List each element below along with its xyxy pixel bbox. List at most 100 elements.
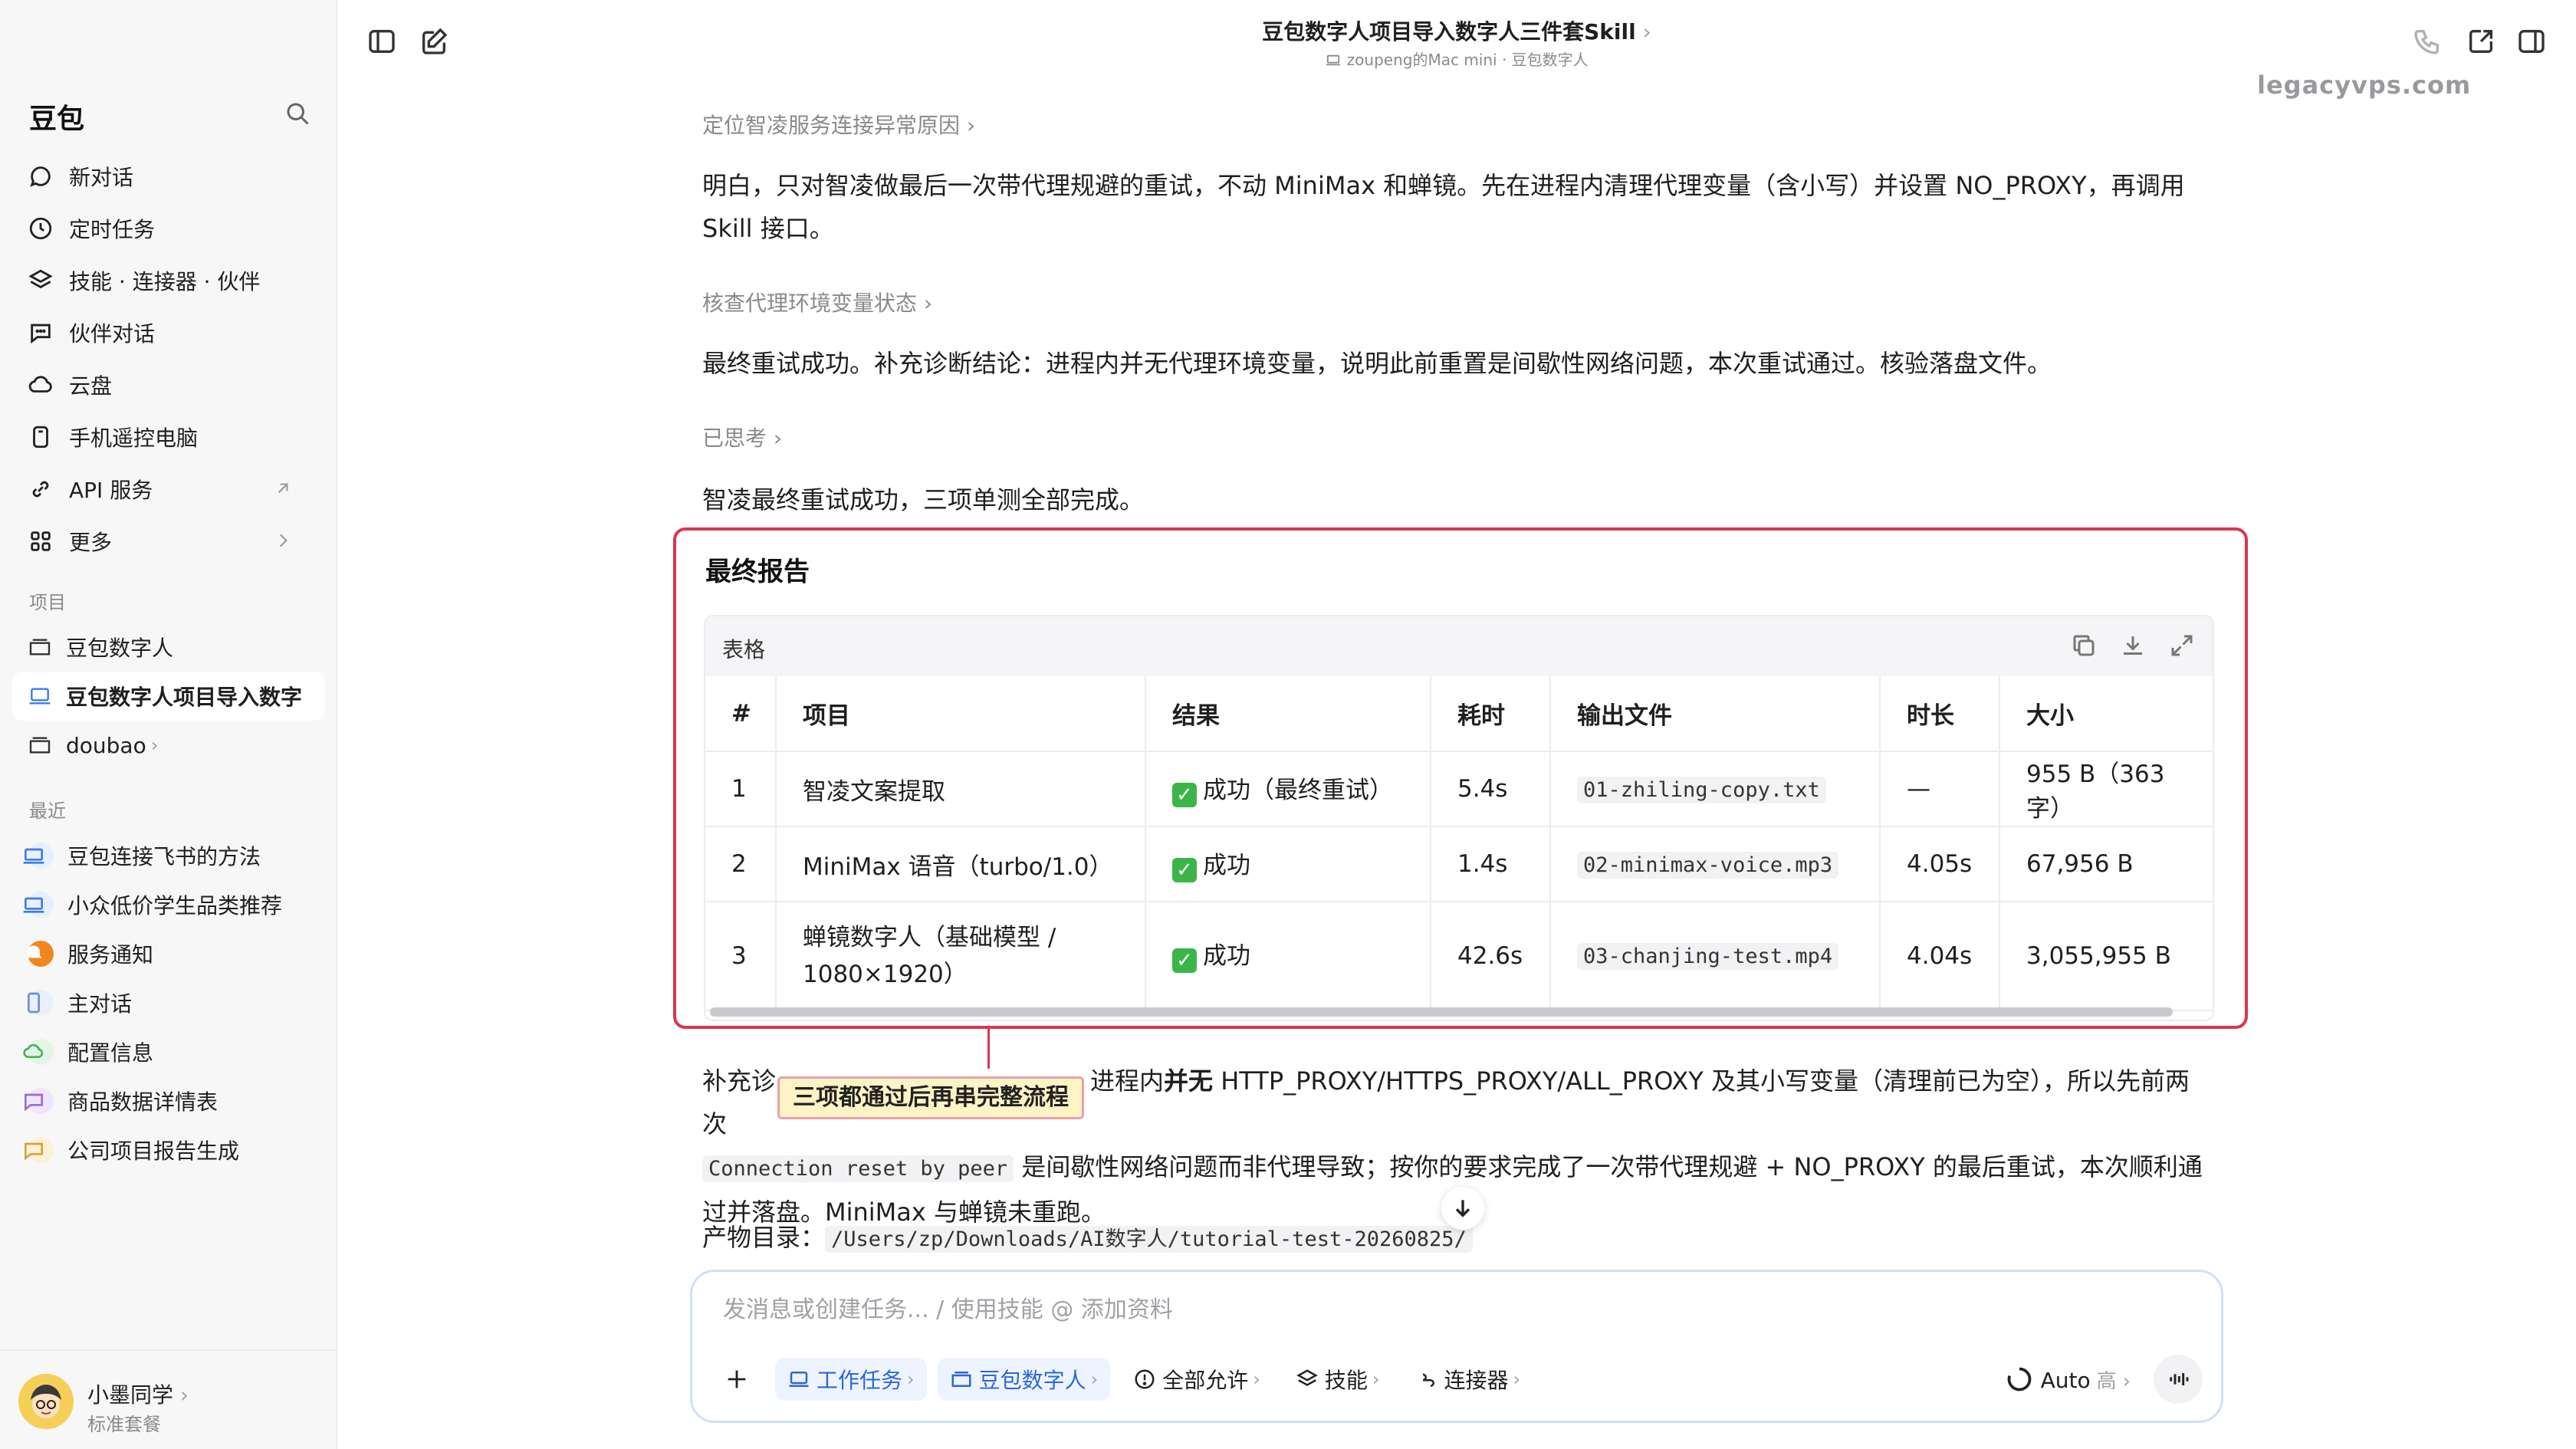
recent-item[interactable]: 小众低价学生品类推荐 [12, 880, 325, 929]
recent-label: 服务通知 [67, 942, 154, 968]
laptop-icon [29, 688, 51, 705]
sidebar-item-partner-chat[interactable]: 伙伴对话 [12, 307, 325, 359]
link-icon [32, 481, 49, 498]
folder-icon [29, 737, 51, 754]
sidebar-item-label: 伙伴对话 [69, 321, 156, 347]
column-header: 大小 [1999, 676, 2213, 752]
message-composer: 工作任务› 豆包数字人› 全部允许› 技能› 连接器› Auto高› [690, 1270, 2223, 1423]
chevron-right-icon [279, 534, 288, 547]
table-row: 2 MiniMax 语音（turbo/1.0） ✓ 成功 1.4s 02-mini… [705, 826, 2213, 902]
table-row: 3 蝉镜数字人（基础模型 /1080×1920） ✓ 成功 42.6s 03-ch… [705, 902, 2213, 1011]
cell-time: 5.4s [1431, 751, 1551, 827]
expand-icon[interactable] [2168, 632, 2196, 659]
thinking-step[interactable]: 已思考 › [702, 422, 782, 452]
cell-file: 03-chanjing-test.mp4 [1550, 902, 1881, 1011]
project-chip[interactable]: 豆包数字人 › [937, 1358, 1111, 1401]
sidebar-item-more[interactable]: 更多 [12, 515, 325, 567]
column-header: 输出文件 [1550, 676, 1881, 752]
column-header: 耗时 [1431, 676, 1551, 752]
chevron-right-icon: › [150, 734, 159, 756]
message-input[interactable] [723, 1296, 2180, 1323]
header: 豆包数字人项目导入数字人三件套Skill › zoupeng的Mac mini … [337, 0, 2576, 84]
model-selector[interactable]: Auto 高 › [2041, 1365, 2131, 1394]
laptop-icon [789, 1372, 809, 1387]
recent-item[interactable]: 主对话 [12, 978, 325, 1027]
sidebar-item-phone-remote[interactable]: 手机遥控电脑 [12, 411, 325, 463]
projects-section-title: 项目 [29, 592, 66, 613]
recent-label: 小众低价学生品类推荐 [67, 893, 283, 918]
assistant-paragraph: 明白，只对智凌做最后一次带代理规避的重试，不动 MiniMax 和蝉镜。先在进程… [702, 171, 2185, 243]
add-attachment-button[interactable] [715, 1358, 758, 1401]
sidebar-nav: 新对话 定时任务 技能 · 连接器 · 伙伴 伙伴对话 云盘 手机遥控电脑 AP… [12, 150, 325, 567]
copy-icon[interactable] [2070, 632, 2098, 659]
recent-label: 豆包连接飞书的方法 [67, 844, 261, 869]
sidebar-item-label: 手机遥控电脑 [69, 426, 199, 451]
sidebar-item-api-service[interactable]: API 服务 [12, 463, 325, 515]
thinking-step[interactable]: 核查代理环境变量状态 › [702, 287, 932, 317]
share-window-icon[interactable] [2466, 26, 2496, 57]
user-profile[interactable]: 小墨同学 › 标准套餐 [0, 1349, 337, 1449]
recent-label: 公司项目报告生成 [67, 1138, 240, 1164]
cell-item: 蝉镜数字人（基础模型 /1080×1920） [776, 902, 1146, 1011]
project-item-active[interactable]: 豆包数字人项目导入数字 [12, 672, 325, 721]
cloud-icon [28, 376, 52, 393]
download-icon[interactable] [2119, 632, 2147, 659]
recent-item[interactable]: 豆包连接飞书的方法 [12, 831, 325, 880]
project-label: doubao [66, 732, 146, 758]
sidebar-item-cloud-drive[interactable]: 云盘 [12, 359, 325, 411]
recent-label: 主对话 [67, 991, 133, 1017]
page-title[interactable]: 豆包数字人项目导入数字人三件套Skill › [337, 15, 2576, 46]
panel-toggle-icon[interactable] [2516, 26, 2547, 57]
sidebar-item-label: 定时任务 [69, 217, 156, 242]
cell-size: 955 B（363 字） [1999, 751, 2213, 827]
cell-index: 1 [705, 751, 777, 827]
sidebar: 豆包 新对话 定时任务 技能 · 连接器 · 伙伴 伙伴对话 云盘 手机遥控电脑 [0, 0, 337, 1449]
page-subtitle: zoupeng的Mac mini · 豆包数字人 [337, 48, 2576, 70]
table-label: 表格 [722, 637, 766, 662]
loading-spinner-icon [2007, 1367, 2031, 1392]
recent-item[interactable]: 服务通知 [12, 929, 325, 978]
chat-bubble-icon [30, 166, 51, 187]
cell-item: MiniMax 语音（turbo/1.0） [776, 826, 1146, 902]
sidebar-item-new-chat[interactable]: 新对话 [12, 150, 325, 202]
phone-call-icon[interactable] [2412, 26, 2443, 57]
chat-dots-icon [25, 1137, 54, 1163]
check-icon: ✓ [1172, 783, 1197, 807]
recent-item[interactable]: 公司项目报告生成 [12, 1125, 325, 1175]
horizontal-scrollbar[interactable] [710, 1007, 2173, 1017]
skills-chip[interactable]: 技能 › [1283, 1358, 1392, 1401]
laptop-icon [1326, 54, 1341, 66]
assistant-paragraph: 智凌最终重试成功，三项单测全部完成。 [702, 485, 1145, 514]
cell-item: 智凌文案提取 [776, 751, 1146, 827]
search-icon[interactable] [284, 100, 311, 127]
cell-file: 01-zhiling-copy.txt [1550, 751, 1881, 827]
info-circle-icon [1135, 1369, 1155, 1389]
cell-size: 3,055,955 B [1999, 902, 2213, 1011]
thinking-step[interactable]: 定位智凌服务连接异常原因 › [702, 109, 975, 140]
cell-time: 1.4s [1431, 826, 1551, 902]
scroll-to-bottom-button[interactable] [1441, 1187, 1484, 1230]
phone-icon [28, 990, 54, 1016]
work-task-chip[interactable]: 工作任务 › [775, 1358, 927, 1401]
waveform-icon [2170, 1373, 2189, 1385]
cell-size: 67,956 B [1999, 826, 2213, 902]
project-item[interactable]: 豆包数字人 [12, 623, 325, 672]
voice-input-button[interactable] [2154, 1355, 2203, 1404]
recent-item[interactable]: 商品数据详情表 [12, 1076, 325, 1125]
recent-label: 配置信息 [67, 1040, 154, 1066]
column-header: # [705, 676, 777, 752]
connectors-chip[interactable]: 连接器 › [1403, 1358, 1533, 1401]
project-item[interactable]: doubao › [12, 721, 325, 770]
cloud-icon [23, 1039, 54, 1065]
sidebar-item-scheduled-tasks[interactable]: 定时任务 [12, 202, 325, 255]
watermark: legacyvps.com [2257, 71, 2472, 100]
grid-icon [31, 531, 51, 551]
table-header-row: # 项目 结果 耗时 输出文件 时长 大小 [705, 676, 2213, 752]
clock-icon [29, 217, 52, 240]
composer-right-tools: Auto 高 › [2006, 1355, 2203, 1404]
report-table: 表格 # 项目 结果 耗时 输出文件 时长 大小 1 智凌文案提取 ✓ 成功（最… [704, 615, 2214, 1021]
recent-item[interactable]: 配置信息 [12, 1027, 325, 1076]
permission-chip[interactable]: 全部允许 › [1121, 1358, 1273, 1401]
sidebar-item-skills[interactable]: 技能 · 连接器 · 伙伴 [12, 255, 325, 307]
cell-duration: 4.05s [1880, 826, 2000, 902]
